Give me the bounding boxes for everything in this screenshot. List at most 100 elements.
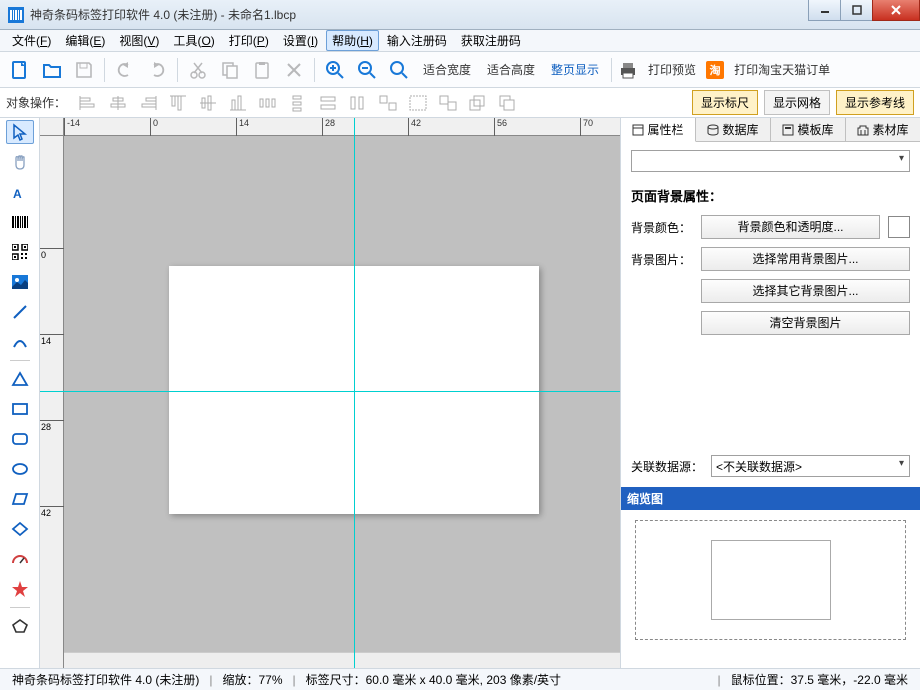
canvas-area: -1401428425670 0142842 [40, 118, 620, 668]
tab-assets[interactable]: 素材库 [846, 118, 920, 141]
titlebar: 神奇条码标签打印软件 4.0 (未注册) - 未命名1.lbcp [0, 0, 920, 30]
qrcode-tool[interactable] [6, 240, 34, 264]
select-tool[interactable] [6, 120, 34, 144]
right-tabs: 属性栏 数据库 模板库 素材库 [621, 118, 920, 142]
image-tool[interactable] [6, 270, 34, 294]
tab-database[interactable]: 数据库 [696, 118, 771, 141]
menu-settings[interactable]: 设置(I) [277, 30, 324, 51]
undo-button[interactable] [111, 56, 139, 84]
thumbnail-page [711, 540, 831, 620]
datasource-combo[interactable]: <不关联数据源> [711, 455, 910, 477]
star-tool[interactable] [6, 577, 34, 601]
redo-button[interactable] [143, 56, 171, 84]
ruler-horizontal[interactable]: -1401428425670 [64, 118, 620, 136]
full-page-button[interactable]: 整页显示 [545, 57, 605, 82]
menu-edit[interactable]: 编辑(E) [59, 30, 111, 51]
show-grid-toggle[interactable]: 显示网格 [764, 90, 830, 115]
fit-width-button[interactable]: 适合宽度 [417, 57, 477, 82]
fit-height-button[interactable]: 适合高度 [481, 57, 541, 82]
delete-button[interactable] [280, 56, 308, 84]
save-button[interactable] [70, 56, 98, 84]
properties-body: 页面背景属性： 背景颜色： 背景颜色和透明度... 背景图片： 选择常用背景图片… [621, 142, 920, 668]
bg-color-label: 背景颜色： [631, 219, 693, 236]
polygon-tool[interactable] [6, 614, 34, 638]
group-icon[interactable] [408, 94, 428, 112]
guide-vertical[interactable] [354, 118, 355, 668]
barcode-tool[interactable] [6, 210, 34, 234]
same-size-icon[interactable] [378, 94, 398, 112]
copy-button[interactable] [216, 56, 244, 84]
hand-tool[interactable] [6, 150, 34, 174]
send-back-icon[interactable] [498, 94, 518, 112]
new-button[interactable] [6, 56, 34, 84]
horizontal-scrollbar[interactable] [64, 652, 620, 668]
tab-templates[interactable]: 模板库 [771, 118, 846, 141]
object-selector-combo[interactable] [631, 150, 910, 172]
window-controls [808, 0, 920, 29]
ellipse-tool[interactable] [6, 457, 34, 481]
curve-tool[interactable] [6, 330, 34, 354]
printer-icon [618, 60, 638, 80]
menu-file[interactable]: 文件(F) [6, 30, 57, 51]
cut-button[interactable] [184, 56, 212, 84]
ops-label: 对象操作： [6, 94, 66, 111]
tab-properties[interactable]: 属性栏 [621, 118, 696, 142]
line-tool[interactable] [6, 300, 34, 324]
menu-print[interactable]: 打印(P) [223, 30, 275, 51]
menu-get-code[interactable]: 获取注册码 [455, 30, 527, 51]
object-ops-bar: 对象操作： 显示标尺 显示网格 显示参考线 [0, 88, 920, 118]
bring-front-icon[interactable] [468, 94, 488, 112]
ungroup-icon[interactable] [438, 94, 458, 112]
diamond-tool[interactable] [6, 517, 34, 541]
close-button[interactable] [872, 0, 920, 21]
open-button[interactable] [38, 56, 66, 84]
show-guides-toggle[interactable]: 显示参考线 [836, 90, 914, 115]
tool-palette: A [0, 118, 40, 668]
menu-view[interactable]: 视图(V) [113, 30, 165, 51]
thumbnail-header: 缩览图 [621, 487, 920, 510]
bg-image-clear-button[interactable]: 清空背景图片 [701, 311, 910, 335]
align-bottom-icon[interactable] [228, 94, 248, 112]
status-app: 神奇条码标签打印软件 4.0 (未注册) [8, 671, 203, 688]
status-mouse: 鼠标位置：37.5 毫米，-22.0 毫米 [727, 671, 912, 688]
maximize-button[interactable] [840, 0, 872, 21]
align-center-h-icon[interactable] [108, 94, 128, 112]
thumbnail-area [635, 520, 906, 640]
canvas-viewport[interactable] [64, 136, 620, 652]
menu-tools[interactable]: 工具(O) [167, 30, 220, 51]
minimize-button[interactable] [808, 0, 840, 21]
distribute-h-icon[interactable] [258, 94, 278, 112]
guide-horizontal[interactable] [40, 391, 620, 392]
zoom-out-button[interactable] [353, 56, 381, 84]
align-middle-icon[interactable] [198, 94, 218, 112]
align-top-icon[interactable] [168, 94, 188, 112]
zoom-fit-button[interactable] [385, 56, 413, 84]
bg-image-common-button[interactable]: 选择常用背景图片... [701, 247, 910, 271]
menu-enter-code[interactable]: 输入注册码 [381, 30, 453, 51]
show-ruler-toggle[interactable]: 显示标尺 [692, 90, 758, 115]
bg-image-other-button[interactable]: 选择其它背景图片... [701, 279, 910, 303]
align-right-icon[interactable] [138, 94, 158, 112]
triangle-tool[interactable] [6, 367, 34, 391]
bg-color-button[interactable]: 背景颜色和透明度... [701, 215, 880, 239]
print-taobao-button[interactable]: 打印淘宝天猫订单 [728, 57, 836, 82]
same-height-icon[interactable] [348, 94, 368, 112]
distribute-v-icon[interactable] [288, 94, 308, 112]
alignment-icons [78, 94, 518, 112]
main-area: A -1401428425670 0142842 属性栏 数据库 [0, 118, 920, 668]
rounded-rect-tool[interactable] [6, 427, 34, 451]
print-preview-button[interactable]: 打印预览 [642, 57, 702, 82]
parallelogram-tool[interactable] [6, 487, 34, 511]
align-left-icon[interactable] [78, 94, 98, 112]
bg-color-swatch[interactable] [888, 216, 910, 238]
text-tool[interactable]: A [6, 180, 34, 204]
gauge-tool[interactable] [6, 547, 34, 571]
rectangle-tool[interactable] [6, 397, 34, 421]
status-zoom: 缩放：77% [218, 671, 286, 688]
assets-icon [857, 124, 869, 136]
ruler-vertical[interactable]: 0142842 [40, 136, 64, 668]
same-width-icon[interactable] [318, 94, 338, 112]
paste-button[interactable] [248, 56, 276, 84]
menu-help[interactable]: 帮助(H) [326, 30, 379, 51]
zoom-in-button[interactable] [321, 56, 349, 84]
